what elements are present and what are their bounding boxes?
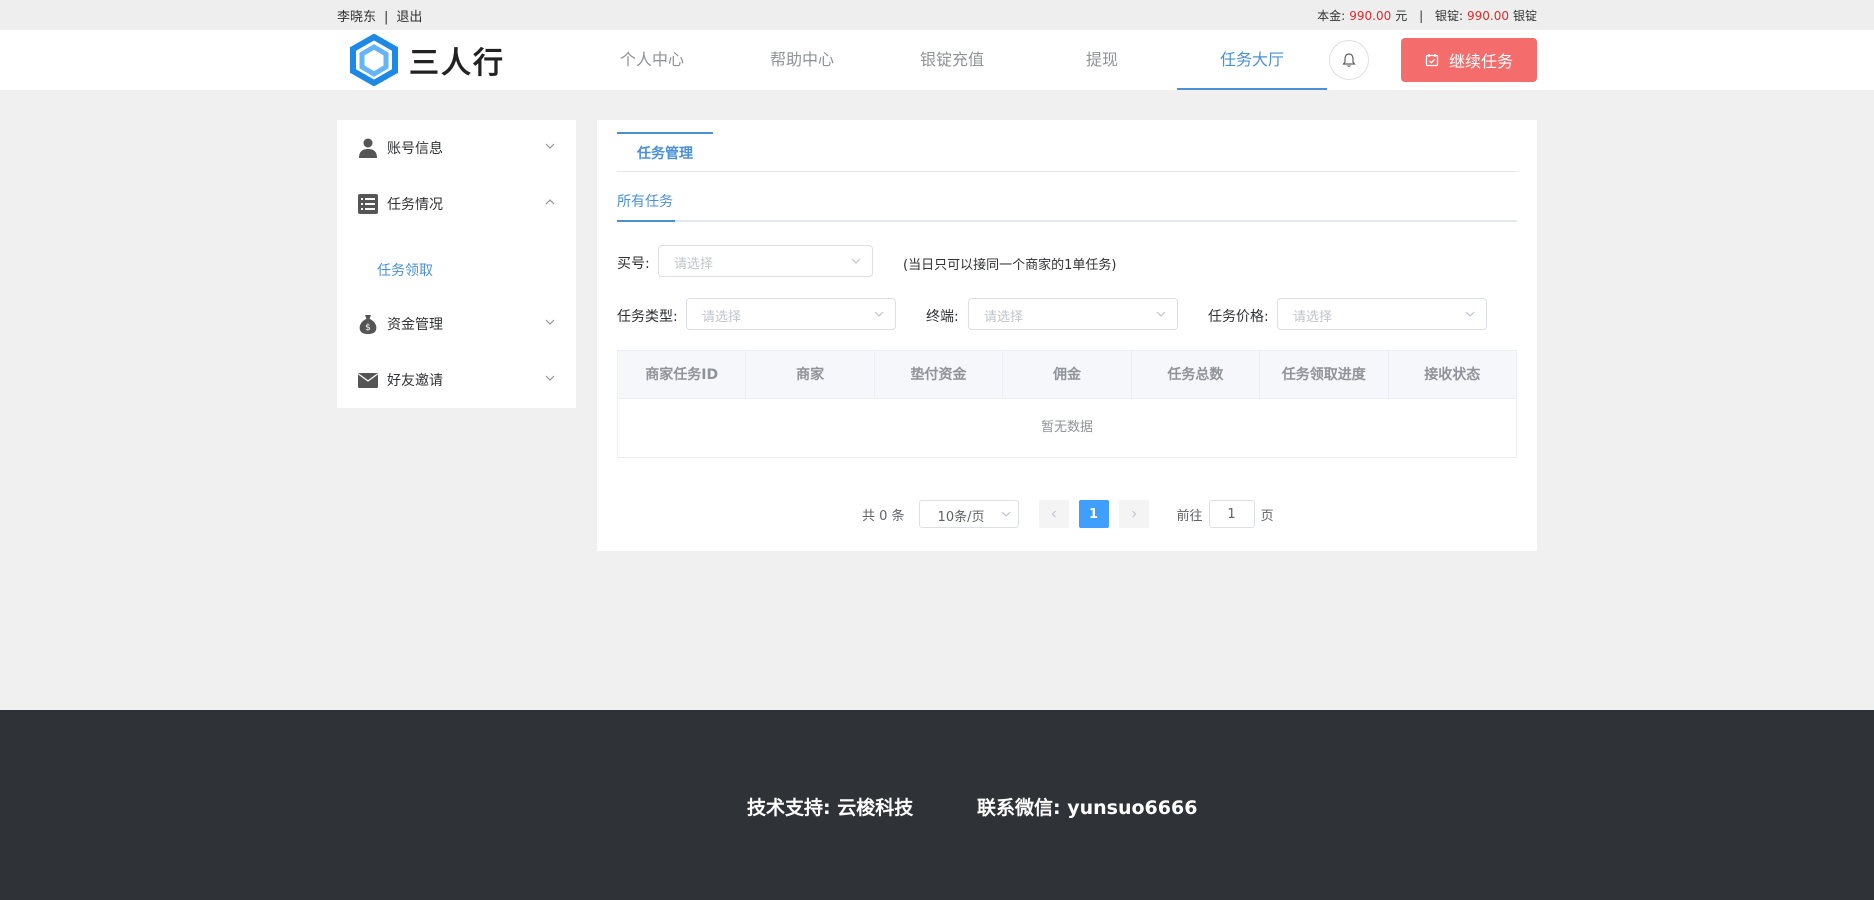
terminal-select[interactable]: 请选择 (968, 298, 1178, 330)
footer-contact: 联系微信: yunsuo6666 (977, 797, 1198, 819)
top-bar: 李晓东 | 退出 本金: 990.00 元 | 银锭: 990.00 银锭 (0, 0, 1874, 30)
calendar-check-icon (1425, 54, 1439, 67)
sidebar-item-friend-invite[interactable]: 好友邀请 (337, 352, 576, 408)
buyer-label: 买号: (617, 256, 650, 272)
next-page-button[interactable] (1118, 500, 1149, 528)
secondary-tabs: 所有任务 (617, 192, 1517, 222)
balance-info: 本金: 990.00 元 | 银锭: 990.00 银锭 (1317, 7, 1537, 24)
main-panel: 任务管理 所有任务 买号: 请选择 (当日只可以接同一个商家的1单任务) 任务类… (597, 120, 1537, 551)
bell-icon (1342, 53, 1356, 67)
sidebar-item-label: 好友邀请 (387, 373, 443, 389)
task-type-select-placeholder: 请选择 (702, 310, 742, 325)
table-empty-text: 暂无数据 (1040, 420, 1093, 435)
chevron-right-icon (1131, 510, 1136, 518)
balance-divider: | (1419, 8, 1424, 23)
envelope-icon (358, 373, 378, 388)
column-receive-status: 接收状态 (1424, 367, 1481, 383)
tab-all-tasks[interactable]: 所有任务 (617, 192, 675, 222)
column-merchant: 商家 (746, 351, 875, 399)
prev-page-button[interactable] (1038, 500, 1069, 528)
main-nav: 个人中心 帮助中心 银锭充值 提现 任务大厅 (577, 30, 1327, 90)
nav-task-hall[interactable]: 任务大厅 (1177, 30, 1327, 90)
nav-ingot-recharge[interactable]: 银锭充值 (877, 30, 1027, 90)
task-type-label: 任务类型: (617, 309, 678, 325)
list-icon (358, 194, 378, 214)
goto-page-input[interactable] (1208, 500, 1255, 528)
sidebar-item-label: 账号信息 (387, 141, 443, 157)
sidebar-item-label: 任务情况 (387, 197, 443, 213)
continue-task-label: 继续任务 (1448, 52, 1513, 71)
footer-tech-support: 技术支持: 云梭科技 (747, 797, 914, 819)
user-info: 李晓东 | 退出 (337, 6, 422, 25)
primary-tabs: 任务管理 (617, 132, 1517, 172)
header-nav-bar: 三人行 个人中心 帮助中心 银锭充值 提现 任务大厅 继续任务 (0, 30, 1874, 90)
ingot-unit: 银锭 (1512, 8, 1537, 23)
column-advance-funds: 垫付资金 (875, 351, 1004, 399)
sidebar-subitem-task-claim[interactable]: 任务领取 (377, 260, 433, 280)
column-task-total: 任务总数 (1132, 351, 1261, 399)
hexagon-logo-icon (350, 34, 398, 86)
sidebar-item-account-info[interactable]: 账号信息 (337, 120, 576, 176)
principal-value: 990.00 (1349, 8, 1392, 23)
sidebar-item-label: 资金管理 (387, 317, 443, 333)
nav-personal-center[interactable]: 个人中心 (577, 30, 727, 90)
ingot-value: 990.00 (1466, 8, 1509, 23)
page-size-select[interactable]: 10条/页 (918, 500, 1019, 528)
terminal-select-placeholder: 请选择 (984, 310, 1024, 325)
pagination: 共 0 条 10条/页 1 前往 页 (862, 500, 1274, 528)
column-claim-progress: 任务领取进度 (1260, 351, 1389, 399)
ingot-label: 银锭: (1434, 8, 1463, 23)
buyer-hint: (当日只可以接同一个商家的1单任务) (903, 258, 1117, 273)
svg-text:$: $ (365, 323, 371, 333)
continue-task-button[interactable]: 继续任务 (1401, 38, 1537, 82)
sidebar: 账号信息 任务情况 任务领取 $ 资金管理 好友邀请 (337, 120, 576, 408)
table-header: 商家任务ID 商家 垫付资金 佣金 任务总数 任务领取进度 接收状态 (618, 351, 1516, 399)
chevron-up-icon (545, 199, 555, 205)
principal-unit: 元 (1395, 8, 1408, 23)
page-unit-label: 页 (1260, 508, 1274, 524)
logo[interactable]: 三人行 (347, 34, 505, 86)
task-type-select[interactable]: 请选择 (686, 298, 896, 330)
task-price-label: 任务价格: (1208, 309, 1269, 325)
notification-bell-button[interactable] (1329, 40, 1369, 80)
pagination-total: 共 0 条 (862, 508, 905, 524)
chevron-down-icon (1001, 511, 1010, 517)
buyer-select[interactable]: 请选择 (658, 245, 873, 277)
nav-help-center[interactable]: 帮助中心 (727, 30, 877, 90)
principal-label: 本金: (1317, 8, 1346, 23)
chevron-left-icon (1051, 510, 1056, 518)
nav-withdraw[interactable]: 提现 (1027, 30, 1177, 90)
chevron-down-icon (545, 375, 555, 381)
money-bag-icon: $ (359, 315, 377, 334)
page-size-value: 10条/页 (937, 510, 985, 525)
separator: | (384, 9, 389, 25)
footer: 技术支持: 云梭科技 联系微信: yunsuo6666 (0, 710, 1874, 900)
page-number-current[interactable]: 1 (1078, 500, 1109, 528)
logo-text: 三人行 (409, 46, 505, 81)
chevron-down-icon (545, 143, 555, 149)
tab-task-management[interactable]: 任务管理 (617, 132, 713, 172)
sidebar-item-fund-management[interactable]: $ 资金管理 (337, 296, 576, 352)
buyer-select-placeholder: 请选择 (674, 257, 714, 272)
chevron-down-icon (545, 319, 555, 325)
chevron-down-icon (1156, 311, 1166, 317)
chevron-down-icon (1465, 311, 1475, 317)
goto-label: 前往 (1176, 508, 1203, 524)
task-price-select-placeholder: 请选择 (1293, 310, 1333, 325)
logout-link[interactable]: 退出 (396, 10, 422, 25)
task-price-select[interactable]: 请选择 (1277, 298, 1487, 330)
user-icon (359, 138, 377, 158)
username: 李晓东 (337, 9, 377, 25)
sidebar-item-task-status[interactable]: 任务情况 (337, 176, 576, 232)
terminal-label: 终端: (926, 309, 959, 325)
column-merchant-task-id: 商家任务ID (618, 351, 747, 399)
column-commission: 佣金 (1003, 351, 1132, 399)
chevron-down-icon (851, 258, 861, 264)
chevron-down-icon (874, 311, 884, 317)
task-table: 商家任务ID 商家 垫付资金 佣金 任务总数 任务领取进度 接收状态 暂无数据 (617, 350, 1517, 458)
